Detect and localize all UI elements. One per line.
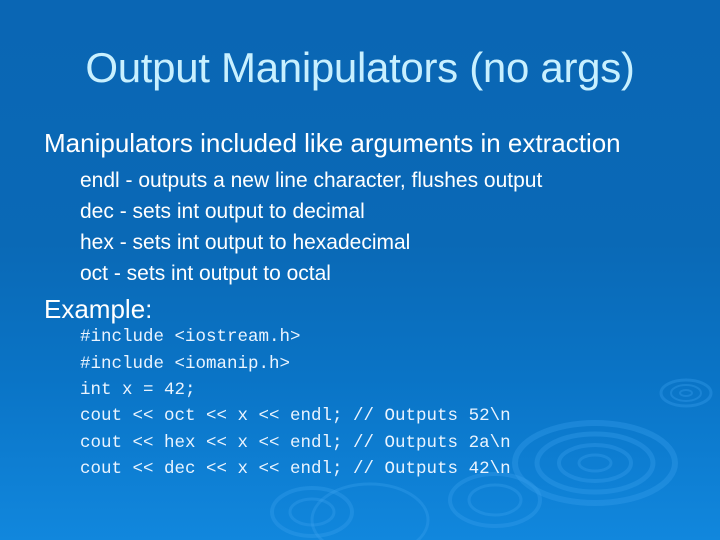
slide-title: Output Manipulators (no args) bbox=[85, 44, 635, 91]
bullet-endl: endl - outputs a new line character, flu… bbox=[80, 169, 543, 192]
bullet-hex: hex - sets int output to hexadecimal bbox=[80, 231, 411, 254]
heading-manipulators: Manipulators included like arguments in … bbox=[44, 128, 621, 158]
code-line: cout << oct << x << endl; // Outputs 52\… bbox=[80, 406, 511, 426]
code-line: int x = 42; bbox=[80, 380, 196, 400]
bullet-dec: dec - sets int output to decimal bbox=[80, 200, 365, 223]
heading-example: Example: bbox=[44, 294, 153, 324]
code-line: #include <iostream.h> bbox=[80, 327, 301, 347]
slide: Output Manipulators (no args) Manipulato… bbox=[0, 0, 720, 540]
code-line: cout << hex << x << endl; // Outputs 2a\… bbox=[80, 433, 511, 453]
bullet-oct: oct - sets int output to octal bbox=[80, 262, 331, 285]
code-line: #include <iomanip.h> bbox=[80, 354, 291, 374]
code-line: cout << dec << x << endl; // Outputs 42\… bbox=[80, 459, 511, 479]
